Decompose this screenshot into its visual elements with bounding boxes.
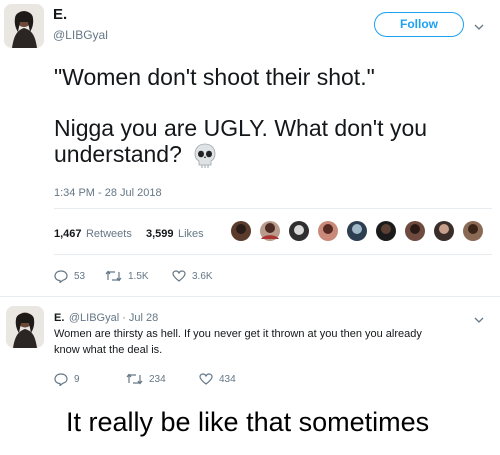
liker-avatar[interactable] [434, 221, 454, 241]
liker-avatar[interactable] [260, 221, 280, 241]
timestamp[interactable]: 1:34 PM - 28 Jul 2018 [54, 187, 162, 199]
reply-count: 9 [74, 374, 80, 385]
liker-avatar[interactable] [318, 221, 338, 241]
retweets-count: 1,467 [54, 228, 82, 240]
chevron-down-icon[interactable] [474, 311, 484, 329]
like-action[interactable]: 434 [199, 373, 236, 385]
reply-action[interactable]: 9 [54, 373, 80, 386]
tweet-text-line2a: Nigga you are UGLY. What don't you [54, 115, 428, 141]
retweet-action[interactable]: 234 [126, 373, 166, 385]
like-action[interactable]: 3.6K [172, 270, 213, 282]
avatar[interactable] [6, 306, 44, 348]
divider [54, 208, 492, 209]
liker-avatar[interactable] [463, 221, 483, 241]
heart-icon [199, 373, 213, 385]
meme-caption: It really be like that sometimes [66, 407, 430, 437]
like-count: 434 [219, 373, 236, 385]
reply-action[interactable]: 53 [54, 270, 85, 283]
likes-label: Likes [177, 228, 204, 240]
liker-avatar[interactable] [289, 221, 309, 241]
reply-handle-date[interactable]: @LIBGyal · Jul 28 [69, 312, 158, 324]
reply-text-line2: know what the deal is. [54, 344, 163, 356]
retweet-count: 234 [149, 373, 166, 385]
retweet-count: 1.5K [128, 270, 149, 282]
chevron-down-icon[interactable] [474, 18, 484, 36]
divider [0, 296, 500, 297]
retweet-icon [126, 373, 143, 385]
retweet-action[interactable]: 1.5K [105, 270, 149, 282]
liker-avatar[interactable] [347, 221, 367, 241]
skull-icon [193, 143, 217, 174]
like-count: 3.6K [192, 270, 213, 282]
divider [54, 254, 492, 255]
liker-avatar[interactable] [405, 221, 425, 241]
tweet-text-line1: "Women don't shoot their shot." [54, 64, 375, 90]
reply-text-line1: Women are thirsty as hell. If you never … [54, 328, 422, 340]
reply-count: 53 [74, 271, 86, 282]
liker-avatars [230, 218, 488, 244]
follow-button[interactable]: Follow [374, 12, 464, 37]
tweet-text-line2b: understand? [54, 141, 182, 167]
retweets-label: Retweets [85, 228, 132, 240]
retweets-stat[interactable]: 1,467 Retweets [54, 224, 132, 242]
retweet-icon [105, 270, 122, 282]
handle[interactable]: @LIBGyal [53, 28, 108, 42]
liker-avatar[interactable] [376, 221, 396, 241]
likes-stat[interactable]: 3,599 Likes [146, 224, 204, 242]
likes-count: 3,599 [146, 228, 174, 240]
liker-avatar[interactable] [231, 221, 251, 241]
heart-icon [172, 270, 186, 282]
display-name[interactable]: E. [53, 6, 67, 23]
avatar[interactable] [4, 4, 44, 48]
reply-header: E. @LIBGyal · Jul 28 [54, 308, 158, 326]
reply-icon [54, 270, 68, 283]
reply-icon [54, 373, 68, 386]
reply-display-name[interactable]: E. [54, 312, 64, 324]
